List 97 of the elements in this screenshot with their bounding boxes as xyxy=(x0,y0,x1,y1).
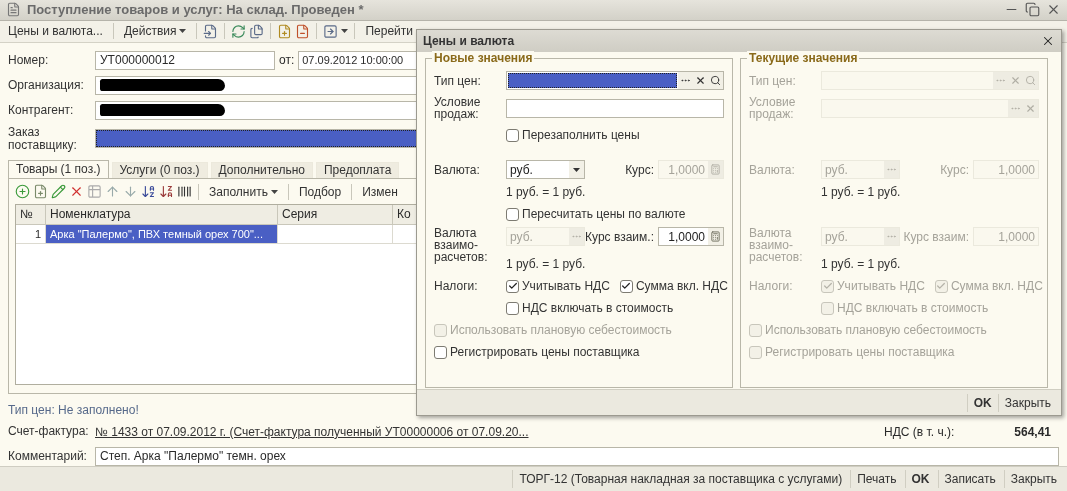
checkbox-label: Сумма вкл. НДС xyxy=(635,279,728,293)
caret-icon xyxy=(341,29,349,34)
window-title: Поступление товаров и услуг: На склад. Проведен * xyxy=(27,2,365,18)
field-label: Организация: xyxy=(8,78,85,92)
bar-button[interactable]: Закрыть xyxy=(1003,469,1063,488)
copy-icon[interactable] xyxy=(249,23,265,39)
tab[interactable]: Дополнительно xyxy=(210,161,313,178)
field-label: от: xyxy=(279,53,295,68)
file-plus-icon[interactable] xyxy=(33,184,48,200)
checkbox-label: Пересчитать цены по валюте xyxy=(522,207,686,221)
restore-icon[interactable] xyxy=(1025,2,1040,18)
table-icon[interactable] xyxy=(87,184,102,200)
refresh-icon[interactable] xyxy=(231,23,247,39)
toolbar-button[interactable]: Подбор xyxy=(294,182,346,201)
checkbox-label: Сумма вкл. НДС xyxy=(950,279,1043,293)
checkbox-label: НДС включать в стоимость xyxy=(522,301,674,315)
toolbar-button[interactable]: Заполнить xyxy=(205,182,282,201)
toolbar-button[interactable]: Цены и валюта... xyxy=(4,22,107,41)
dialog-title: Цены и валюта xyxy=(423,34,516,48)
field-label: Налоги: xyxy=(749,280,794,292)
total-label: НДС (в т. ч.): xyxy=(884,424,955,439)
invoice-link[interactable]: № 1433 от 07.09.2012 г. (Счет-фактура полученный УТ00000006 от 07.09.20... xyxy=(95,424,529,439)
field-label: Комментарий: xyxy=(8,449,88,463)
field-label: Условие продаж: xyxy=(749,96,797,120)
field-label: Тип цен: xyxy=(749,74,797,87)
rate-field[interactable]: 1,0000 xyxy=(658,227,724,246)
checkbox-label: Регистрировать цены поставщика xyxy=(765,345,955,359)
toolbar-button[interactable]: Действия xyxy=(119,22,191,41)
sort-descending-icon[interactable] xyxy=(159,184,174,200)
bar-button[interactable]: Печать xyxy=(850,469,903,488)
document-icon xyxy=(6,2,21,18)
sale-terms-field[interactable] xyxy=(506,98,724,118)
field-label: Валюта взаимо-расчетов: xyxy=(434,227,489,263)
column-header[interactable]: Номенклатура xyxy=(46,204,278,224)
checkbox[interactable] xyxy=(506,301,519,315)
checkbox-label: Использовать плановую себестоимость xyxy=(450,323,672,337)
file-arrow-icon[interactable] xyxy=(203,23,219,39)
checkbox[interactable] xyxy=(506,207,519,221)
dropdown-button[interactable] xyxy=(569,161,584,178)
field-label: Счет-фактура: xyxy=(8,425,90,439)
rate-note: 1 руб. = 1 руб. xyxy=(821,257,901,271)
close-icon[interactable] xyxy=(1041,34,1055,48)
dialog-button[interactable]: Закрыть xyxy=(997,393,1057,412)
barcode-icon[interactable] xyxy=(177,184,192,200)
rate-note: 1 руб. = 1 руб. xyxy=(506,185,586,199)
group-title: Текущие значения xyxy=(747,51,860,65)
caret-icon xyxy=(179,29,187,34)
field-label: Налоги: xyxy=(434,280,479,292)
add-icon[interactable] xyxy=(15,184,30,200)
checkbox-label: Учитывать НДС xyxy=(522,279,610,293)
field-label: Заказ поставщику: xyxy=(8,125,78,152)
comment-field[interactable]: Степ. Арка "Палермо" темн. орех xyxy=(95,446,1059,466)
tab[interactable]: Услуги (0 поз.) xyxy=(111,161,208,178)
column-header[interactable]: Серия xyxy=(278,204,393,224)
field-label: Валюта: xyxy=(749,163,796,176)
rate-note: 1 руб. = 1 руб. xyxy=(821,185,901,199)
tab[interactable]: Предоплата xyxy=(316,161,400,178)
field-label: Валюта: xyxy=(434,163,481,176)
rate-note: 1 руб. = 1 руб. xyxy=(506,257,586,271)
bar-button[interactable]: Записать xyxy=(937,469,1002,488)
field-label: Тип цен: xyxy=(434,74,482,87)
field-label: Курс: xyxy=(940,162,969,177)
field-label: Курс: xyxy=(625,162,654,177)
checkbox-label: Учитывать НДС xyxy=(837,279,925,293)
group-title: Новые значения xyxy=(432,51,535,65)
bar-button[interactable]: ТОРГ-12 (Товарная накладная за поставщика с услугами) xyxy=(512,469,849,488)
field-label: Контрагент: xyxy=(8,103,75,117)
checkbox[interactable] xyxy=(506,279,519,293)
caret-icon xyxy=(270,189,278,194)
tab[interactable]: Товары (1 поз.) xyxy=(8,159,109,178)
checkbox-label: НДС включать в стоимость xyxy=(837,301,989,315)
field-label: Курс взаим: xyxy=(903,230,969,244)
checkbox-label: Перезаполнить цены xyxy=(522,128,640,142)
field-label: Курс взаим.: xyxy=(585,230,654,244)
bar-button[interactable]: OK xyxy=(904,469,936,488)
checkbox[interactable] xyxy=(506,128,519,142)
currency-field[interactable]: руб. xyxy=(506,160,585,179)
caret-icon[interactable] xyxy=(573,167,580,172)
field-label: Номер: xyxy=(8,53,50,67)
field-label: Валюта взаимо-расчетов: xyxy=(749,227,804,263)
file-plus-icon[interactable] xyxy=(277,23,293,39)
dialog-button[interactable]: OK xyxy=(966,393,998,412)
checkbox[interactable] xyxy=(619,279,633,293)
edit-icon[interactable] xyxy=(51,184,66,200)
number-field[interactable]: УТ000000012 xyxy=(95,50,275,70)
file-minus-icon[interactable] xyxy=(295,23,311,39)
checkbox-label: Регистрировать цены поставщика xyxy=(450,345,640,359)
sort-ascending-icon[interactable] xyxy=(141,184,156,200)
column-header[interactable]: № xyxy=(16,204,46,224)
checkbox[interactable] xyxy=(434,345,447,359)
total-value: 564,41 xyxy=(1014,424,1051,439)
toolbar-button[interactable]: Измен xyxy=(358,182,402,201)
price-type-note: Тип цен: Не заполнено! xyxy=(8,402,139,417)
field-label: Условие продаж: xyxy=(434,96,482,120)
up-icon[interactable] xyxy=(105,184,120,200)
price-type-field[interactable] xyxy=(506,71,724,90)
checkbox-label: Использовать плановую себестоимость xyxy=(765,323,987,337)
